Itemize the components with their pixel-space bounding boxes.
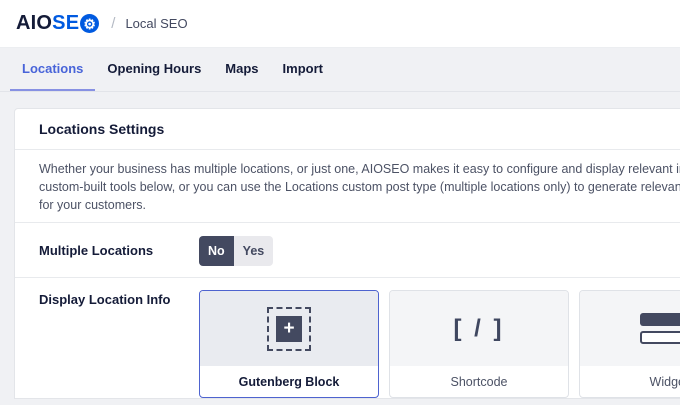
card-icon-area: [ / ] <box>390 291 568 366</box>
tab-bar: Locations Opening Hours Maps Import <box>0 48 680 92</box>
widget-bar-solid <box>640 313 680 326</box>
shortcode-card[interactable]: [ / ] Shortcode <box>389 290 569 398</box>
display-location-info-label: Display Location Info <box>39 292 199 398</box>
display-location-info-row: Display Location Info + Gutenberg Block … <box>15 278 680 398</box>
description-line: custom-built tools below, or you can use… <box>39 178 680 196</box>
multiple-locations-row: Multiple Locations No Yes <box>15 223 680 277</box>
tab-maps[interactable]: Maps <box>213 48 270 91</box>
logo-text-se: SE <box>52 12 79 35</box>
top-bar: AIOSE⚙ / Local SEO <box>0 0 680 48</box>
multiple-locations-toggle: No Yes <box>199 236 273 266</box>
description-line: for your customers. <box>39 196 680 214</box>
breadcrumb-separator: / <box>111 15 115 32</box>
tab-locations[interactable]: Locations <box>10 48 95 91</box>
logo-text-aio: AIO <box>16 12 52 35</box>
card-icon-area: + <box>200 291 378 366</box>
panel-description: Whether your business has multiple locat… <box>15 150 680 222</box>
card-icon-area <box>580 291 680 366</box>
gutenberg-block-card[interactable]: + Gutenberg Block <box>199 290 379 398</box>
toggle-no-button[interactable]: No <box>199 236 234 266</box>
description-line: Whether your business has multiple locat… <box>39 160 680 178</box>
card-label: Shortcode <box>390 366 568 397</box>
breadcrumb: Local SEO <box>125 16 187 31</box>
shortcode-icon: [ / ] <box>454 315 505 343</box>
aioseo-logo[interactable]: AIOSE⚙ <box>16 12 99 35</box>
plus-icon: + <box>276 316 302 342</box>
display-option-cards: + Gutenberg Block [ / ] Shortcode <box>199 290 680 398</box>
gutenberg-block-icon: + <box>267 307 311 351</box>
panel-title: Locations Settings <box>15 109 680 150</box>
widget-bar-outline <box>640 331 680 344</box>
widget-icon <box>640 313 680 344</box>
locations-settings-panel: Locations Settings Whether your business… <box>14 108 680 399</box>
multiple-locations-label: Multiple Locations <box>39 243 199 266</box>
toggle-yes-button[interactable]: Yes <box>234 236 274 266</box>
card-label: Gutenberg Block <box>200 366 378 397</box>
gear-icon: ⚙ <box>80 14 99 33</box>
tab-import[interactable]: Import <box>271 48 335 91</box>
widget-card[interactable]: Widget <box>579 290 680 398</box>
card-label: Widget <box>580 366 680 397</box>
tab-opening-hours[interactable]: Opening Hours <box>95 48 213 91</box>
